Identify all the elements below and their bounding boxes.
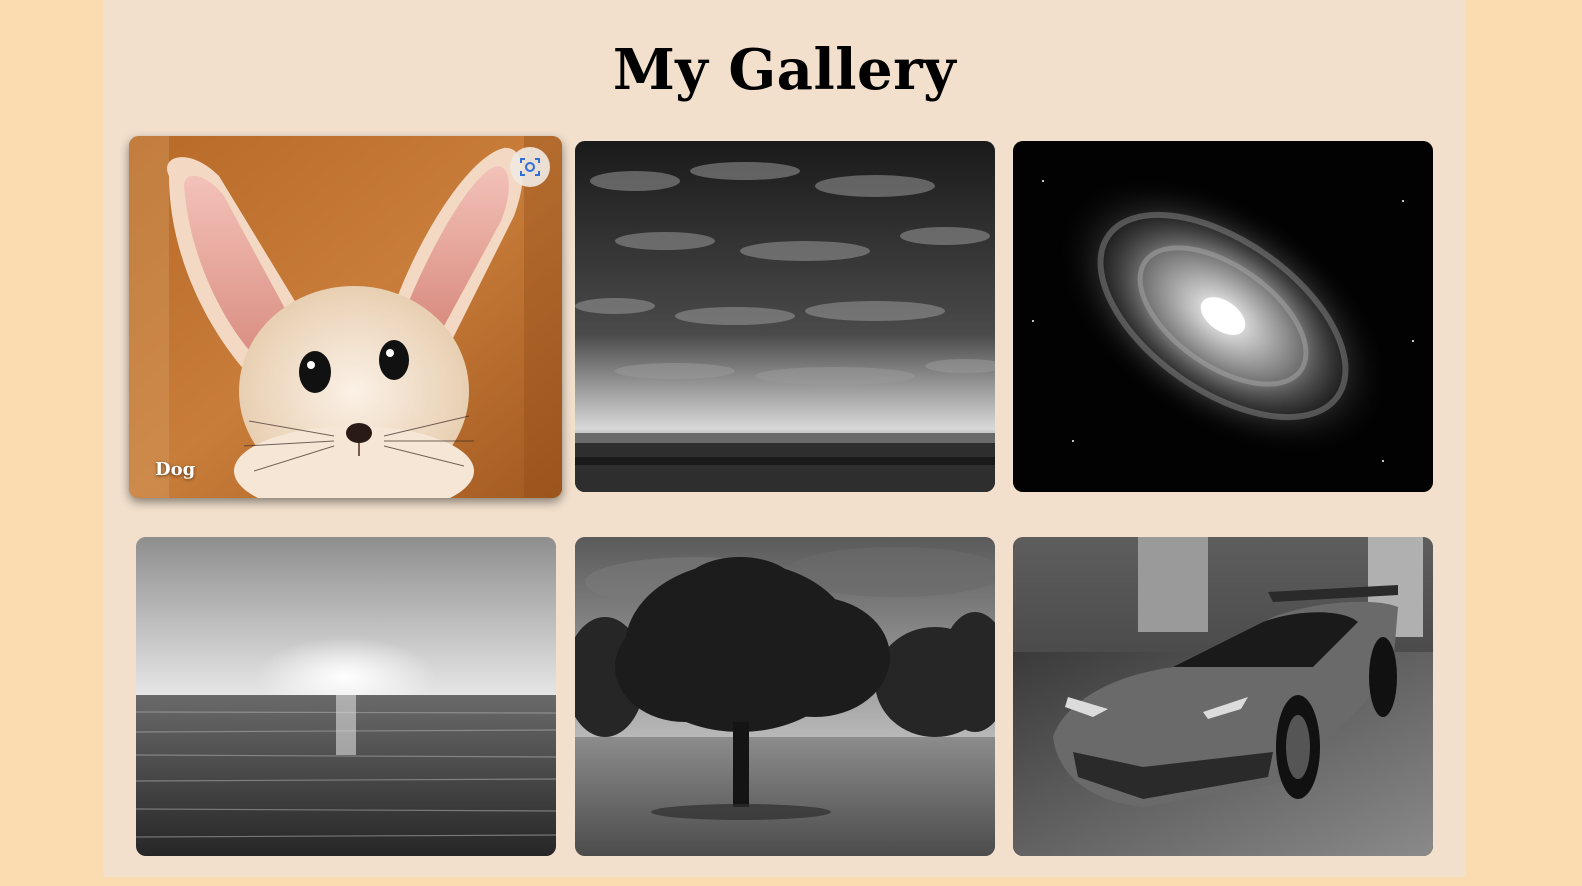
visual-search-icon [520, 158, 540, 176]
gallery-card-car[interactable] [1013, 537, 1433, 856]
gallery-card-sea[interactable] [136, 537, 556, 856]
sea-sunset-photo [136, 537, 556, 856]
card-caption: Dog [155, 459, 196, 480]
visual-search-button[interactable] [510, 147, 550, 187]
sports-car-photo [1013, 537, 1433, 856]
page-title: My Gallery [612, 37, 957, 103]
tree-field-photo [575, 537, 995, 856]
gallery-card-dog[interactable]: Dog [129, 136, 562, 498]
gallery-card-tree[interactable] [575, 537, 995, 856]
gallery-card-sky[interactable] [575, 141, 995, 492]
fennec-fox-photo [129, 136, 562, 498]
gallery-page: My Gallery Dog [103, 0, 1466, 877]
cloudy-sky-photo [575, 141, 995, 492]
spiral-galaxy-photo [1013, 141, 1433, 492]
gallery-card-galaxy[interactable] [1013, 141, 1433, 492]
